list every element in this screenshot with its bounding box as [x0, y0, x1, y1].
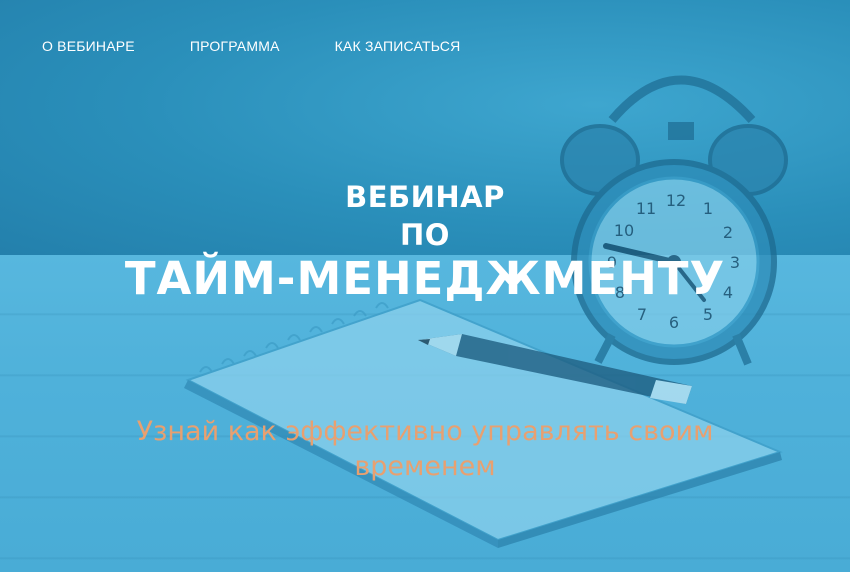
top-navigation: О ВЕБИНАРЕ ПРОГРАММА КАК ЗАПИСАТЬСЯ — [42, 38, 460, 54]
hero-title: ВЕБИНАР ПО ТАЙМ-МЕНЕДЖМЕНТУ — [0, 178, 850, 308]
nav-link-how-to-enroll[interactable]: КАК ЗАПИСАТЬСЯ — [335, 38, 461, 54]
nav-link-program[interactable]: ПРОГРАММА — [190, 38, 280, 54]
nav-link-about[interactable]: О ВЕБИНАРЕ — [42, 38, 135, 54]
clock-number: 6 — [669, 313, 679, 332]
hero-title-line3: ТАЙМ-МЕНЕДЖМЕНТУ — [124, 252, 726, 305]
hero-title-line1: ВЕБИНАР — [345, 180, 505, 214]
hero-section: 12 1 2 3 4 5 6 7 8 9 10 11 О ВЕБИНАРЕ ПР… — [0, 0, 850, 572]
hero-title-line2: ПО — [400, 218, 450, 252]
hero-subtitle: Узнай как эффективно управлять своим вре… — [136, 416, 714, 482]
